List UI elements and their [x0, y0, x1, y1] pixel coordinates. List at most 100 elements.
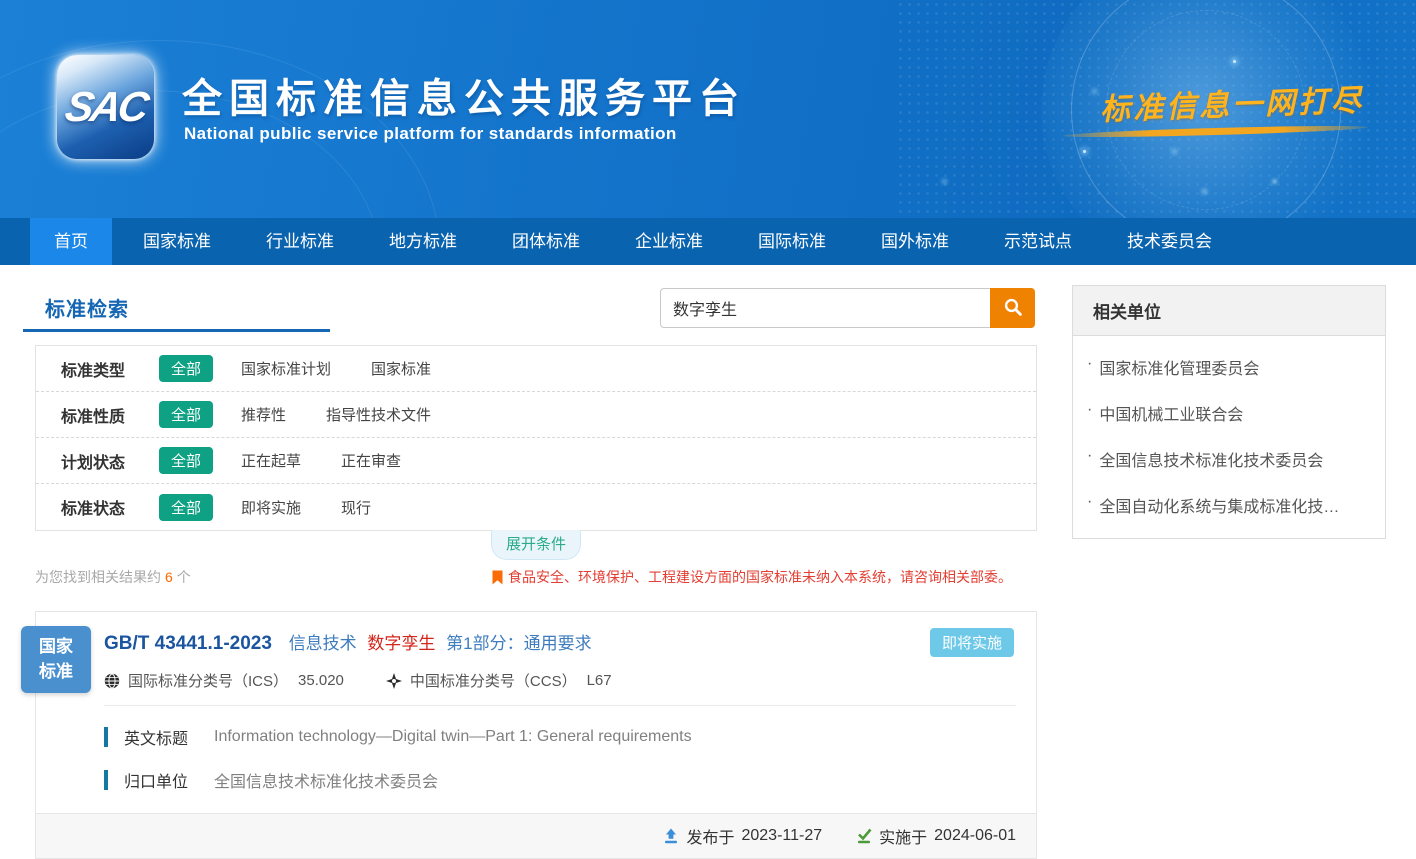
- implement-label: 实施于: [879, 824, 927, 848]
- filter-panel: 标准类型 全部 国家标准计划 国家标准 标准性质 全部 推荐性 指导性技术文件 …: [35, 345, 1037, 531]
- committee-value: 全国信息技术标准化技术委员会: [214, 768, 438, 792]
- search-group: [660, 288, 1035, 328]
- count-number: 6: [165, 569, 173, 585]
- nav-item-industry-standards[interactable]: 行业标准: [242, 218, 358, 265]
- filter-option[interactable]: 指导性技术文件: [326, 404, 431, 425]
- ics-group: 国际标准分类号（ICS） 35.020: [104, 670, 344, 691]
- sidebar-item-machinery-federation[interactable]: · 中国机械工业联合会: [1073, 390, 1385, 436]
- nav-item-home[interactable]: 首页: [30, 218, 112, 265]
- english-title-label: 英文标题: [124, 725, 188, 749]
- section-title-wrap: 标准检索: [23, 285, 330, 332]
- filter-label: 标准状态: [61, 495, 159, 519]
- nav-item-technical-committee[interactable]: 技术委员会: [1103, 218, 1236, 265]
- implement-date: 2024-06-01: [934, 827, 1016, 845]
- related-units-title: 相关单位: [1073, 286, 1385, 336]
- status-badge: 即将实施: [930, 628, 1014, 657]
- card-body: GB/T 43441.1-2023 信息技术 数字孪生 第1部分：通用要求: [36, 612, 1036, 792]
- filter-options: 国家标准计划 国家标准: [241, 358, 431, 379]
- publish-date-group: 发布于 2023-11-27: [663, 824, 822, 848]
- nav-item-group-standards[interactable]: 团体标准: [488, 218, 604, 265]
- ics-value: 35.020: [298, 672, 344, 689]
- bullet: ·: [1087, 401, 1092, 425]
- filter-row-standard-type: 标准类型 全部 国家标准计划 国家标准: [36, 346, 1036, 392]
- nav-item-foreign-standards[interactable]: 国外标准: [857, 218, 973, 265]
- main-column: 标准检索 标准类型 全部 国家标: [35, 285, 1037, 859]
- committee-row: 归口单位 全国信息技术标准化技术委员会: [104, 768, 1016, 792]
- ics-label: 国际标准分类号（ICS）: [128, 670, 288, 691]
- filter-option[interactable]: 即将实施: [241, 497, 301, 518]
- card-divider: [104, 705, 1016, 706]
- main-nav: 首页 国家标准 行业标准 地方标准 团体标准 企业标准 国际标准 国外标准 示范…: [0, 218, 1416, 265]
- publish-icon: [663, 828, 679, 844]
- filter-option[interactable]: 现行: [341, 497, 371, 518]
- sidebar-item-automation-systems[interactable]: · 全国自动化系统与集成标准化技…: [1073, 482, 1385, 528]
- expand-conditions-button[interactable]: 展开条件: [491, 530, 581, 560]
- filter-option[interactable]: 正在起草: [241, 450, 301, 471]
- filter-all-badge[interactable]: 全部: [159, 355, 213, 382]
- nav-item-enterprise-standards[interactable]: 企业标准: [611, 218, 727, 265]
- implement-icon: [856, 828, 872, 844]
- sidebar-item-sac[interactable]: · 国家标准化管理委员会: [1073, 344, 1385, 390]
- sidebar-item-label: 国家标准化管理委员会: [1099, 355, 1259, 379]
- standard-title-link[interactable]: GB/T 43441.1-2023 信息技术 数字孪生 第1部分：通用要求: [104, 629, 1016, 655]
- card-footer: 发布于 2023-11-27 实施于 2024-06-01: [36, 813, 1036, 858]
- nav-item-local-standards[interactable]: 地方标准: [365, 218, 481, 265]
- ccs-group: 中国标准分类号（CCS） L67: [386, 670, 612, 691]
- type-badge-line2: 标准: [21, 660, 91, 685]
- filter-label: 标准类型: [61, 357, 159, 381]
- filter-option[interactable]: 国家标准: [371, 358, 431, 379]
- globe-icon: [104, 673, 120, 689]
- teal-bar-decor: [104, 770, 108, 790]
- filter-option[interactable]: 国家标准计划: [241, 358, 331, 379]
- filter-all-badge[interactable]: 全部: [159, 447, 213, 474]
- header-slogan: 标准信息一网打尽: [1099, 75, 1364, 128]
- site-title: 全国标准信息公共服务平台: [182, 66, 746, 124]
- filter-label: 标准性质: [61, 403, 159, 427]
- notice-message: 食品安全、环境保护、工程建设方面的国家标准未纳入本系统，请咨询相关部委。: [508, 567, 1012, 587]
- ccs-label: 中国标准分类号（CCS）: [410, 670, 577, 691]
- nav-item-pilot[interactable]: 示范试点: [980, 218, 1096, 265]
- title-part1: 信息技术: [289, 634, 357, 653]
- search-button[interactable]: [990, 288, 1035, 328]
- search-icon: [1003, 297, 1023, 320]
- content-area: 标准检索 标准类型 全部 国家标: [0, 265, 1416, 859]
- type-badge-line1: 国家: [21, 635, 91, 660]
- nav-item-national-standards[interactable]: 国家标准: [119, 218, 235, 265]
- results-info-row: 为您找到相关结果约6个 食品安全、环境保护、工程建设方面的国家标准未纳入本系统，…: [35, 567, 1037, 587]
- site-header: SAC 全国标准信息公共服务平台 National public service…: [0, 0, 1416, 218]
- publish-label: 发布于: [686, 824, 734, 848]
- standard-type-badge: 国家 标准: [21, 626, 91, 693]
- filter-option[interactable]: 推荐性: [241, 404, 286, 425]
- filter-row-plan-status: 计划状态 全部 正在起草 正在审查: [36, 438, 1036, 484]
- sac-logo[interactable]: SAC: [57, 55, 154, 159]
- filter-options: 正在起草 正在审查: [241, 450, 401, 471]
- english-title-row: 英文标题 Information technology—Digital twin…: [104, 725, 1016, 749]
- page-title: 标准检索: [45, 299, 129, 321]
- title-highlight: 数字孪生: [367, 634, 435, 653]
- filter-all-badge[interactable]: 全部: [159, 401, 213, 428]
- english-title-value: Information technology—Digital twin—Part…: [214, 728, 692, 746]
- filter-option[interactable]: 正在审查: [341, 450, 401, 471]
- sidebar-item-label: 中国机械工业联合会: [1099, 401, 1243, 425]
- filter-row-standard-nature: 标准性质 全部 推荐性 指导性技术文件: [36, 392, 1036, 438]
- standard-result-card: 国家 标准 即将实施 GB/T 43441.1-2023 信息技术 数字孪生 第…: [35, 611, 1037, 859]
- sidebar-item-it-standardization[interactable]: · 全国信息技术标准化技术委员会: [1073, 436, 1385, 482]
- standard-code: GB/T 43441.1-2023: [104, 633, 272, 654]
- result-count-text: 为您找到相关结果约6个: [35, 567, 191, 587]
- count-suffix: 个: [177, 569, 191, 585]
- sac-logo-text: SAC: [61, 83, 149, 131]
- search-input[interactable]: [660, 288, 990, 328]
- filter-all-badge[interactable]: 全部: [159, 494, 213, 521]
- sparkle-decor: [1233, 60, 1236, 63]
- search-row: 标准检索: [35, 285, 1037, 345]
- title-part2: 第1部分：通用要求: [446, 634, 591, 653]
- compass-icon: [386, 673, 402, 689]
- nav-item-international-standards[interactable]: 国际标准: [734, 218, 850, 265]
- publish-date: 2023-11-27: [741, 827, 822, 845]
- ccs-value: L67: [587, 672, 612, 689]
- related-units-list: · 国家标准化管理委员会 · 中国机械工业联合会 · 全国信息技术标准化技术委员…: [1073, 336, 1385, 538]
- related-units-panel: 相关单位 · 国家标准化管理委员会 · 中国机械工业联合会 · 全国信息技术标准…: [1072, 285, 1386, 539]
- committee-label: 归口单位: [124, 768, 188, 792]
- sparkle-decor: [1083, 150, 1086, 153]
- count-prefix: 为您找到相关结果约: [35, 569, 161, 585]
